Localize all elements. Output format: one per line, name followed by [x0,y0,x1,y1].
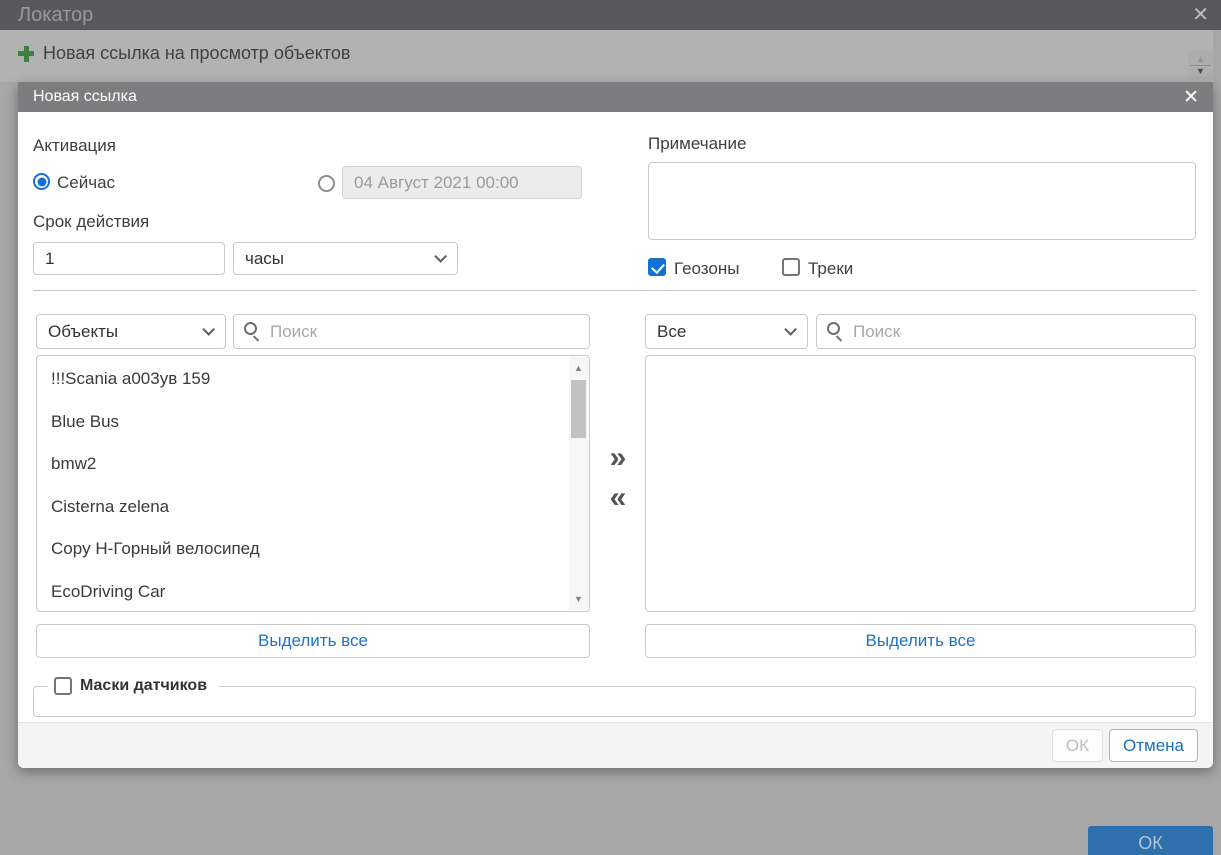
move-left-button[interactable]: « [594,482,642,514]
list-item[interactable]: bmw2 [37,443,589,486]
list-item[interactable]: Blue Bus [37,401,589,444]
activate-now-label: Сейчас [57,173,115,193]
note-label: Примечание [648,134,746,154]
list-item[interactable]: Cisterna zelena [37,486,589,529]
geofences-checkbox[interactable] [648,258,666,276]
right-filter-select[interactable]: Все [645,314,808,349]
scroll-down-icon[interactable]: ▼ [569,590,588,608]
plus-icon [18,46,34,62]
activation-date-input[interactable] [342,166,582,199]
search-icon [827,322,840,335]
left-filter-value: Объекты [48,322,118,342]
list-item[interactable]: !!!Scania a003ув 159 [37,358,589,401]
scrollbar-thumb[interactable] [571,380,586,438]
list-item[interactable]: EcoDriving Car [37,571,589,613]
activate-now-radio[interactable] [33,173,50,190]
dialog-title: Новая ссылка [33,88,137,106]
dialog-footer: ОК Отмена [18,722,1213,768]
activate-at-date-radio[interactable] [318,175,335,192]
tracks-checkbox[interactable] [782,258,800,276]
available-objects-list: !!!Scania a003ув 159 Blue Bus bmw2 Ciste… [36,355,590,612]
right-filter-value: Все [657,322,686,342]
right-search-input[interactable] [816,314,1196,349]
note-textarea[interactable] [648,162,1196,240]
duration-label: Срок действия [33,212,149,232]
dialog-titlebar[interactable]: Новая ссылка ✕ [18,82,1213,112]
locator-window-title: Локатор [18,4,93,27]
section-divider [33,290,1196,291]
scroll-up-icon[interactable]: ▲ [569,359,588,377]
list-item[interactable]: Copy H-Горный велосипед [37,528,589,571]
sensor-masks-legend: Маски датчиков [48,677,219,695]
cancel-button[interactable]: Отмена [1109,729,1198,762]
list-scrollbar[interactable]: ▲ ▼ [569,357,588,610]
screen: Локатор ✕ Новая ссылка на просмотр объек… [0,0,1221,855]
chevron-down-icon [784,323,797,336]
chevron-down-icon [202,323,215,336]
activation-label: Активация [33,136,116,156]
dialog-close-icon[interactable]: ✕ [1183,88,1199,107]
dialog-body: Активация Сейчас Срок действия часы Прим… [18,112,1213,722]
scroll-up-icon[interactable]: ▲ [1196,54,1205,65]
locator-ok-button[interactable]: ОК [1088,826,1213,855]
locator-close-icon[interactable]: ✕ [1192,5,1209,25]
new-link-label: Новая ссылка на просмотр объектов [43,43,351,64]
scroll-down-icon[interactable]: ▼ [1196,66,1205,77]
locator-content-area: Новая ссылка на просмотр объектов ▲ ▼ [0,30,1213,82]
duration-value-input[interactable] [33,242,225,275]
new-link-dialog: Новая ссылка ✕ Активация Сейчас Срок дей… [18,82,1213,768]
new-link-button[interactable]: Новая ссылка на просмотр объектов [18,43,351,64]
chevron-down-icon [434,250,447,263]
search-icon [244,322,257,335]
duration-unit-value: часы [245,249,284,269]
sensor-masks-checkbox[interactable] [54,677,72,695]
move-right-button[interactable]: » [594,442,642,474]
selected-objects-list [645,355,1196,612]
left-search [233,314,590,349]
locator-titlebar: Локатор ✕ [0,0,1221,30]
left-select-all-button[interactable]: Выделить все [36,624,590,658]
right-search [816,314,1196,349]
locator-scrollbar[interactable]: ▲ ▼ [1188,51,1213,79]
duration-unit-select[interactable]: часы [233,242,458,275]
geofences-label: Геозоны [674,259,739,279]
sensor-masks-label: Маски датчиков [80,677,207,695]
left-filter-select[interactable]: Объекты [36,314,226,349]
sensor-masks-fieldset: Маски датчиков [33,677,1196,717]
tracks-label: Треки [808,259,853,279]
right-select-all-button[interactable]: Выделить все [645,624,1196,658]
left-search-input[interactable] [233,314,590,349]
ok-button[interactable]: ОК [1052,729,1103,762]
